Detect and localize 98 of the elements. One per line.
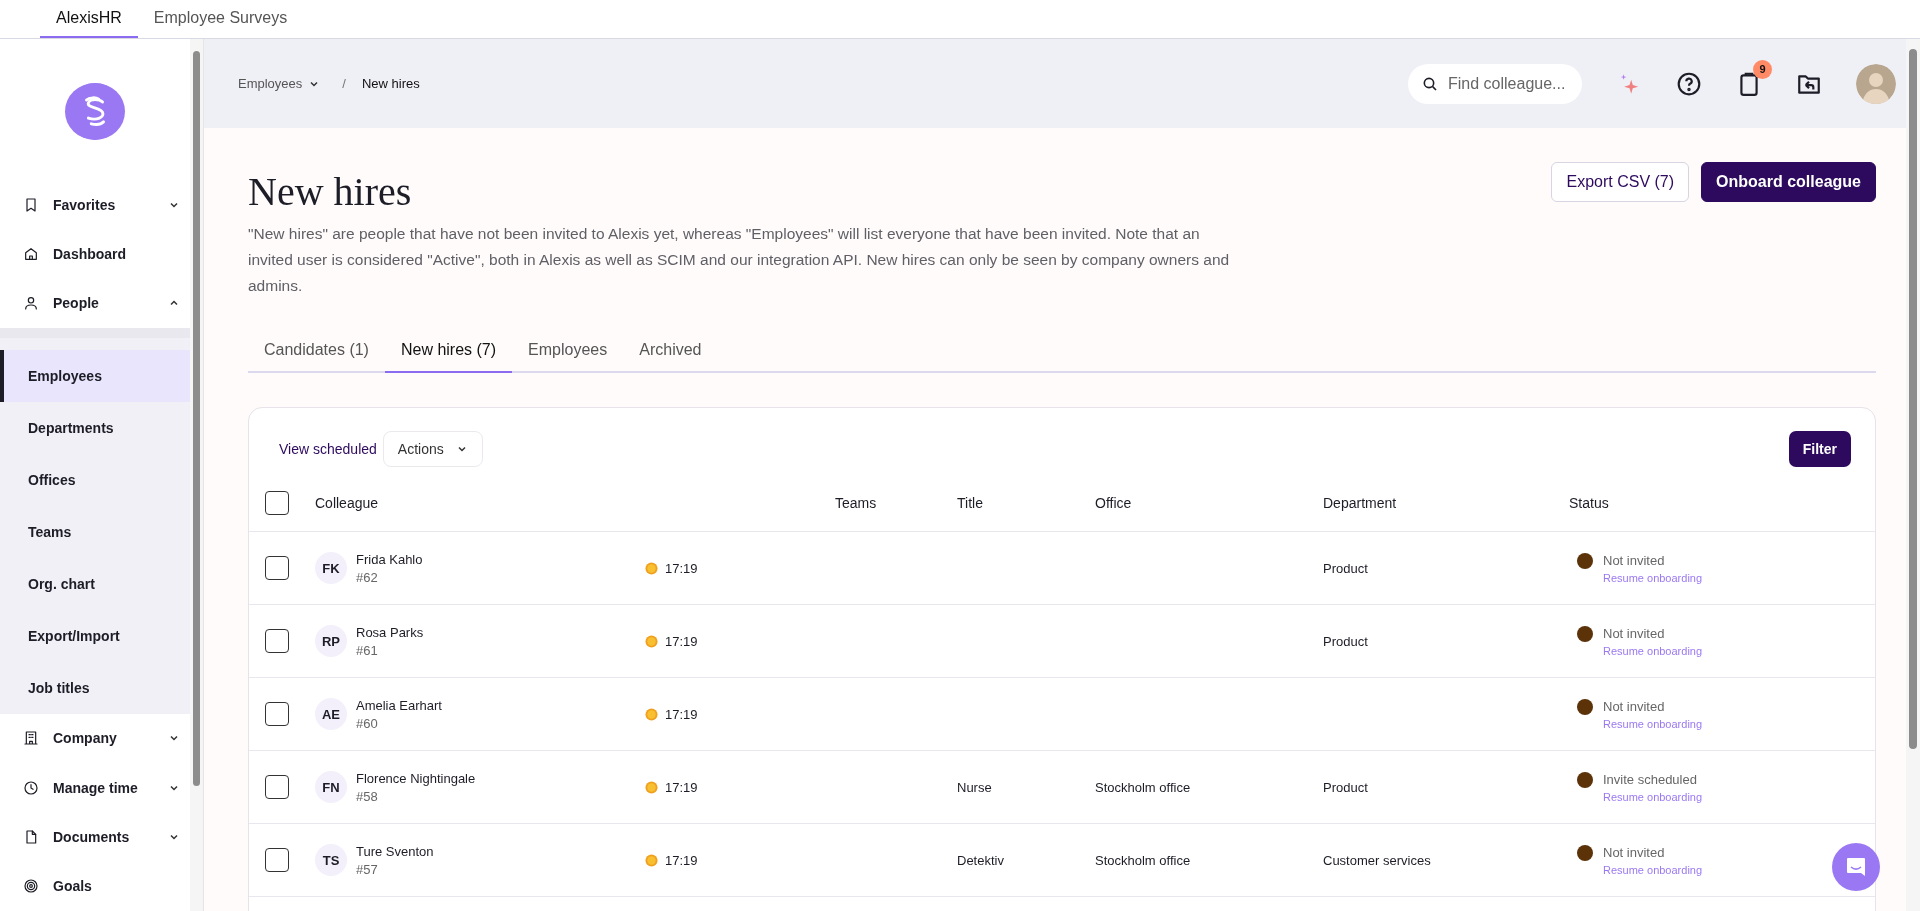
local-time: 17:19	[665, 852, 698, 868]
table-cell: Product	[1323, 633, 1368, 649]
sidebar-item[interactable]: Favorites	[0, 179, 190, 230]
breadcrumb-current: New hires	[361, 76, 420, 91]
colleague-name[interactable]: Florence Nightingale	[356, 770, 476, 786]
target-icon	[23, 878, 39, 895]
column-header: Colleague	[314, 495, 380, 511]
search-field[interactable]: Find colleague...	[1408, 63, 1582, 104]
checkbox[interactable]	[265, 491, 289, 515]
sidebar-subitem[interactable]: Org. chart	[0, 557, 190, 610]
sidebar-item[interactable]: Documents	[0, 812, 190, 862]
column-header: Status	[1569, 495, 1610, 511]
sidebar-item[interactable]: Manage time	[0, 763, 190, 813]
colleague-name[interactable]: Frida Kahlo	[356, 551, 423, 567]
employee-number: #57	[356, 861, 379, 877]
status-dot	[1577, 698, 1593, 715]
colleague-name[interactable]: Rosa Parks	[356, 624, 424, 640]
employee-number: #62	[356, 569, 379, 585]
status-dot	[1577, 625, 1593, 642]
app-tab[interactable]: Employee Surveys	[137, 0, 304, 38]
breadcrumb-separator: /	[342, 76, 346, 91]
initials-avatar: RP	[315, 625, 347, 657]
onboard-button[interactable]: Onboard colleague	[1701, 162, 1876, 202]
view-scheduled-link[interactable]: View scheduled	[279, 441, 377, 457]
sun-icon	[645, 853, 658, 867]
sidebar-item[interactable]: People	[0, 278, 190, 328]
status-dot	[1577, 844, 1593, 861]
table-cell: Customer services	[1323, 852, 1431, 868]
logo-icon[interactable]	[65, 83, 125, 140]
table-cell: Detektiv	[957, 852, 1004, 868]
local-time: 17:19	[665, 779, 698, 795]
help-icon[interactable]	[1676, 70, 1702, 97]
sidebar-subitem[interactable]: Teams	[0, 505, 190, 558]
checkbox[interactable]	[265, 848, 289, 872]
sidebar-item[interactable]: Company	[0, 713, 190, 764]
status-text: Not invited	[1603, 626, 1665, 641]
status-dot	[1577, 552, 1593, 569]
bookmark-icon	[23, 196, 39, 213]
table-cell: Stockholm office	[1095, 779, 1191, 795]
table-cell: Nurse	[957, 779, 992, 795]
colleague-name[interactable]: Amelia Earhart	[356, 697, 442, 713]
sidebar-item[interactable]: Goals	[0, 861, 190, 911]
checkbox[interactable]	[265, 775, 289, 799]
page-title: New hires	[248, 168, 412, 215]
checkbox[interactable]	[265, 629, 289, 653]
table-cell: Product	[1323, 779, 1368, 795]
status-text: Not invited	[1603, 845, 1665, 860]
clock-icon	[23, 779, 39, 796]
column-header: Department	[1323, 495, 1398, 511]
initials-avatar: TS	[315, 844, 347, 876]
status-dot	[1577, 771, 1593, 788]
notification-badge: 9	[1753, 59, 1772, 79]
colleague-name[interactable]: Ture Sventon	[356, 843, 434, 859]
column-header: Teams	[835, 495, 878, 511]
checkbox[interactable]	[265, 702, 289, 726]
table-cell: Stockholm office	[1095, 852, 1191, 868]
sidebar-item[interactable]: Dashboard	[0, 229, 190, 279]
scrollbar-thumb[interactable]	[193, 51, 200, 786]
initials-avatar: FN	[315, 771, 347, 803]
sun-icon	[645, 634, 658, 648]
local-time: 17:19	[665, 706, 698, 722]
initials-avatar: FK	[315, 552, 347, 584]
export-button[interactable]: Export CSV (7)	[1551, 162, 1690, 202]
person-icon	[23, 295, 39, 312]
status-text: Invite scheduled	[1603, 772, 1697, 787]
employee-number: #61	[356, 642, 379, 658]
table-cell: Product	[1323, 560, 1368, 576]
tab[interactable]: Archived	[623, 329, 718, 373]
local-time: 17:19	[665, 633, 698, 649]
breadcrumb-link[interactable]: Employees	[232, 75, 327, 92]
status-text: Not invited	[1603, 699, 1665, 714]
sidebar-subitem[interactable]: Offices	[0, 453, 190, 506]
sidebar-subitem[interactable]: Employees	[0, 349, 190, 402]
initials-avatar: AE	[315, 698, 347, 730]
status-text: Not invited	[1603, 553, 1665, 568]
sun-icon	[645, 707, 658, 721]
filter-button[interactable]: Filter	[1788, 431, 1851, 467]
sidebar-subitem[interactable]: Departments	[0, 401, 190, 454]
sun-icon	[645, 780, 658, 794]
local-time: 17:19	[665, 560, 698, 576]
building-icon	[23, 730, 39, 747]
document-icon	[23, 829, 39, 845]
employee-number: #60	[356, 715, 379, 731]
sun-icon	[645, 561, 658, 575]
sidebar-subitem[interactable]: Export/Import	[0, 609, 190, 662]
checkbox[interactable]	[265, 556, 289, 580]
scrollbar-thumb[interactable]	[1909, 49, 1917, 749]
page-description: "New hires" are people that have not been invited to Alexis yet, whereas "Employees" will list everyone that have been invited. Note that an invited user is considered "Active", both in Alexis as well as SCIM and our integration API. New hires can only be seen by company owners and admins.	[248, 224, 1231, 296]
chat-icon	[1844, 855, 1868, 879]
tab[interactable]: Employees	[512, 329, 624, 373]
tab[interactable]: Candidates (1)	[248, 329, 385, 373]
employee-number: #58	[356, 788, 379, 804]
actions-dropdown[interactable]: Actions	[382, 431, 483, 467]
column-header: Office	[1095, 495, 1133, 511]
tab[interactable]: New hires (7)	[384, 329, 513, 373]
home-icon	[23, 245, 39, 262]
sidebar-subitem[interactable]: Job titles	[0, 661, 190, 714]
column-header: Title	[957, 495, 984, 511]
